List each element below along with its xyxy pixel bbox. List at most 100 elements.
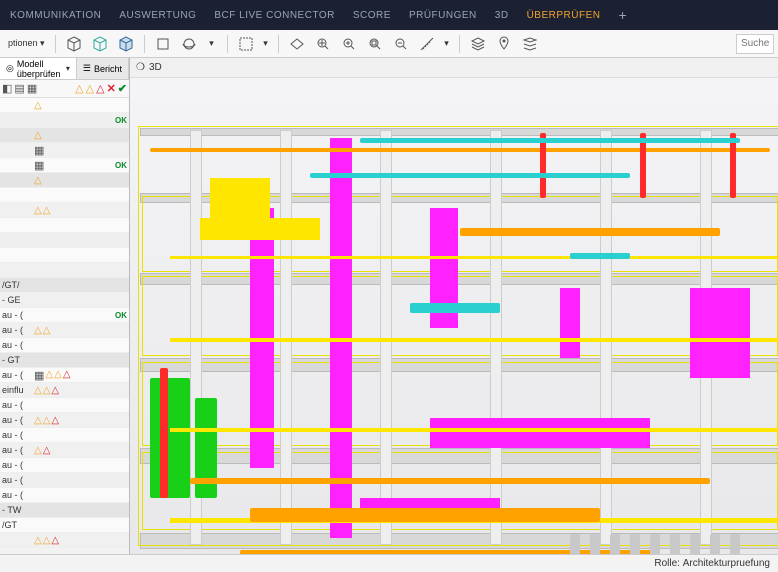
- cube-wireframe-icon[interactable]: [88, 33, 112, 55]
- status-bar: Rolle: Architekturpruefung: [0, 554, 778, 572]
- check-row[interactable]: △: [0, 128, 129, 143]
- check-row-label: au - (: [2, 325, 32, 335]
- menu-score[interactable]: SCORE: [353, 10, 391, 21]
- tree-icon[interactable]: ◧: [2, 82, 12, 95]
- check-row[interactable]: /GT: [0, 518, 129, 533]
- check-row-icons: △: [34, 100, 127, 111]
- box-select-icon[interactable]: [234, 33, 258, 55]
- zoom-out-icon[interactable]: [389, 33, 413, 55]
- zoom-in-icon[interactable]: [337, 33, 361, 55]
- grid-icon: ▦: [34, 369, 44, 382]
- options-dropdown[interactable]: ptionen ▾: [4, 38, 49, 49]
- warning-red-icon: △: [96, 82, 104, 95]
- check-row[interactable]: au - (△△△: [0, 413, 129, 428]
- grid-icon: ▦: [34, 159, 44, 172]
- side-header-icons: ◧ ▤ ▦ △ △ △ ✕ ✔: [0, 80, 129, 98]
- viewport-canvas[interactable]: [130, 78, 778, 554]
- zoom-window-icon[interactable]: [363, 33, 387, 55]
- check-row[interactable]: △: [0, 173, 129, 188]
- ok-badge: OK: [115, 116, 127, 125]
- check-row[interactable]: - GT: [0, 353, 129, 368]
- check-row-label: einflu: [2, 385, 32, 395]
- check-row[interactable]: au - (: [0, 398, 129, 413]
- map-pin-icon[interactable]: [492, 33, 516, 55]
- toolbar-separator: [459, 35, 460, 53]
- warning-orange-icon: △: [34, 445, 42, 456]
- warning-orange-icon: △: [43, 535, 51, 546]
- section-icon[interactable]: [285, 33, 309, 55]
- check-rows[interactable]: △OK△▦▦OK△△△/GT/- GEau - (OKau - (△△au - …: [0, 98, 129, 554]
- stacks-icon[interactable]: [518, 33, 542, 55]
- check-row-icons: △△: [34, 445, 127, 456]
- cube-icon[interactable]: [62, 33, 86, 55]
- check-row[interactable]: ▦: [0, 143, 129, 158]
- toolbar-separator: [144, 35, 145, 53]
- check-row[interactable]: △△: [0, 203, 129, 218]
- check-row[interactable]: au - (: [0, 488, 129, 503]
- warning-orange-icon: △: [34, 130, 42, 141]
- toolbar-separator: [55, 35, 56, 53]
- check-row[interactable]: [0, 233, 129, 248]
- warning-orange-icon: △: [43, 385, 51, 396]
- check-row[interactable]: au - (: [0, 428, 129, 443]
- check-row[interactable]: [0, 188, 129, 203]
- check-row[interactable]: ▦OK: [0, 158, 129, 173]
- check-row[interactable]: au - (: [0, 338, 129, 353]
- check-row[interactable]: OK: [0, 113, 129, 128]
- tab-report[interactable]: ☰ Bericht: [77, 58, 129, 79]
- main-toolbar: ptionen ▾ ▾ ▾ ▾: [0, 30, 778, 58]
- x-icon: ✕: [107, 82, 116, 95]
- measure-dropdown[interactable]: ▾: [441, 33, 453, 55]
- check-row[interactable]: /GT/: [0, 278, 129, 293]
- ok-badge: OK: [115, 311, 127, 320]
- menu-3d[interactable]: 3D: [495, 10, 509, 21]
- select-dropdown[interactable]: ▾: [260, 33, 272, 55]
- zoom-fit-icon[interactable]: [311, 33, 335, 55]
- check-row[interactable]: [0, 248, 129, 263]
- check-row[interactable]: △: [0, 98, 129, 113]
- grid-icon[interactable]: ▦: [27, 82, 37, 95]
- list-icon[interactable]: ▤: [14, 82, 24, 95]
- menu-pruefungen[interactable]: PRÜFUNGEN: [409, 10, 477, 21]
- tool-dropdown[interactable]: ▾: [203, 33, 221, 55]
- check-row-label: /GT/: [2, 280, 32, 290]
- check-row[interactable]: - GE: [0, 293, 129, 308]
- check-row-icons: ▦: [34, 159, 113, 172]
- orbit-icon[interactable]: [177, 33, 201, 55]
- check-row-label: au - (: [2, 460, 32, 470]
- menu-kommunikation[interactable]: KOMMUNIKATION: [10, 10, 101, 21]
- check-row[interactable]: au - (△△: [0, 443, 129, 458]
- check-row[interactable]: au - (△△: [0, 323, 129, 338]
- search-input[interactable]: [736, 34, 774, 54]
- check-row[interactable]: △△△: [0, 533, 129, 548]
- check-row-label: /GT: [2, 520, 32, 530]
- check-row-icons: △△△: [34, 535, 127, 546]
- menu-ueberpruefen[interactable]: ÜBERPRÜFEN: [527, 10, 601, 21]
- view-cube-icon[interactable]: [151, 33, 175, 55]
- status-role-value: Architekturpruefung: [683, 558, 770, 569]
- check-row[interactable]: [0, 218, 129, 233]
- check-row[interactable]: - TW: [0, 503, 129, 518]
- check-row[interactable]: au - (: [0, 473, 129, 488]
- check-row[interactable]: au - (OK: [0, 308, 129, 323]
- menu-auswertung[interactable]: AUSWERTUNG: [119, 10, 196, 21]
- menu-bcf[interactable]: BCF LIVE CONNECTOR: [214, 10, 335, 21]
- check-row-icons: △△: [34, 325, 127, 336]
- check-icon: ✔: [118, 82, 127, 95]
- measure-icon[interactable]: [415, 33, 439, 55]
- chevron-down-icon: ▾: [66, 64, 70, 73]
- check-row-label: - TW: [2, 505, 32, 515]
- side-panel: ◎ Modell überprüfen ▾ ☰ Bericht ◧ ▤ ▦ △ …: [0, 58, 130, 554]
- menu-add-tab[interactable]: +: [618, 7, 627, 23]
- check-row[interactable]: au - (▦△△△: [0, 368, 129, 383]
- layers-icon[interactable]: [466, 33, 490, 55]
- check-row[interactable]: einflu△△△: [0, 383, 129, 398]
- tab-model-check[interactable]: ◎ Modell überprüfen ▾: [0, 58, 77, 79]
- warning-red-icon: △: [51, 535, 59, 546]
- check-row[interactable]: au - (: [0, 458, 129, 473]
- warning-orange-icon: △: [34, 205, 42, 216]
- warning-red-icon: △: [43, 445, 51, 456]
- cube-shaded-icon[interactable]: [114, 33, 138, 55]
- warning-orange-icon: △: [34, 175, 42, 186]
- check-row[interactable]: [0, 263, 129, 278]
